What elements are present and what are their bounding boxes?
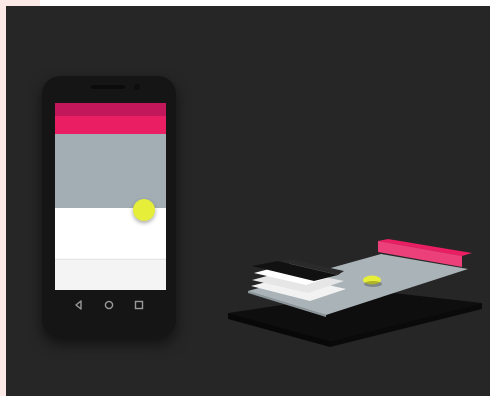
- floating-action-button[interactable]: [133, 199, 155, 221]
- phone-screen: [55, 103, 166, 290]
- back-icon[interactable]: [72, 298, 86, 312]
- exploded-layers-diagram: [228, 239, 482, 347]
- app-bar: [55, 116, 166, 134]
- phone-device: [42, 76, 176, 338]
- status-bar: [55, 103, 166, 116]
- phone-camera: [134, 84, 140, 90]
- navigation-bar: [42, 292, 176, 322]
- illustration-stage: [6, 6, 490, 396]
- home-icon[interactable]: [102, 298, 116, 312]
- content-list-area: [55, 259, 166, 290]
- phone-speaker: [91, 85, 125, 89]
- fab-layer-shadow: [364, 281, 382, 287]
- recents-icon[interactable]: [132, 298, 146, 312]
- hero-image-area: [55, 134, 166, 208]
